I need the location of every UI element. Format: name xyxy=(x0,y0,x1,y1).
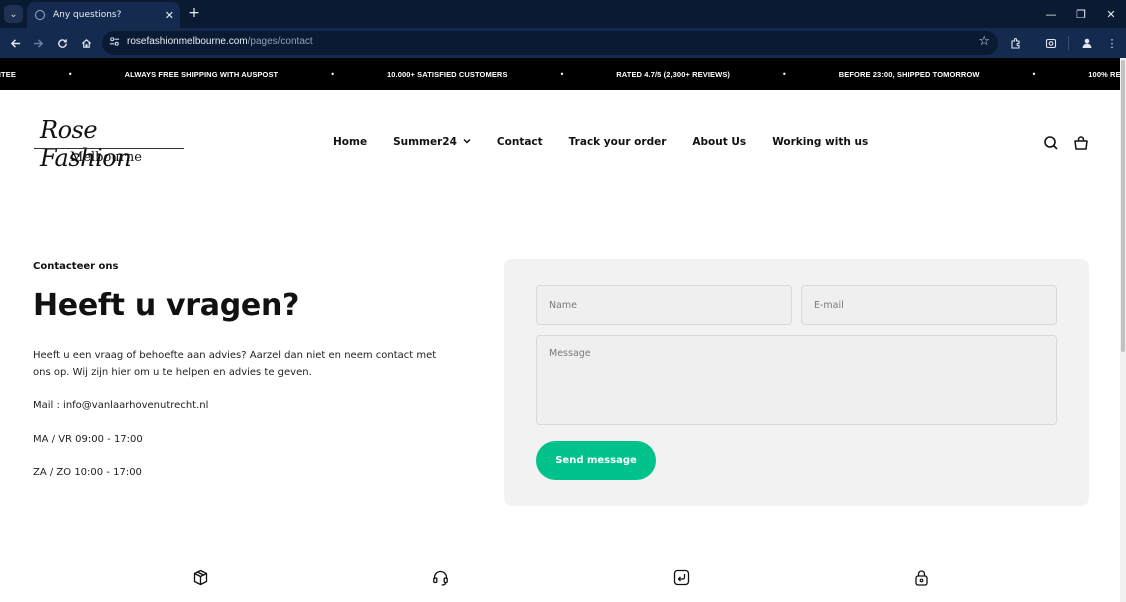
extensions-icon[interactable] xyxy=(1007,34,1025,52)
forward-button[interactable] xyxy=(28,33,48,53)
send-message-button[interactable]: Send message xyxy=(536,441,656,480)
screenshot-icon[interactable] xyxy=(1042,34,1060,52)
bullet-icon: • xyxy=(559,69,565,79)
contact-intro: Heeft u een vraag of behoefte aan advies… xyxy=(33,350,437,378)
bookmark-star-icon[interactable]: ☆ xyxy=(978,34,990,49)
reload-button[interactable] xyxy=(52,33,72,53)
headset-icon xyxy=(432,569,449,586)
logo-divider xyxy=(34,148,184,149)
announcement-track: ANTEE • ALWAYS FREE SHIPPING WITH AUSPOS… xyxy=(0,58,1120,90)
bullet-icon: • xyxy=(330,69,335,79)
contact-mail: Mail : info@vanlaarhovenutrecht.nl xyxy=(33,400,209,411)
announcement-bar: ANTEE • ALWAYS FREE SHIPPING WITH AUSPOS… xyxy=(0,58,1120,90)
main-navigation: Home Summer24 Contact Track your order A… xyxy=(333,136,894,148)
address-bar[interactable]: rosefashionmelbourne.com/pages/contact ☆ xyxy=(102,31,998,55)
page-scrollbar[interactable] xyxy=(1120,58,1126,602)
back-button[interactable] xyxy=(5,33,25,53)
url-path: /pages/contact xyxy=(247,36,313,47)
lock-icon xyxy=(913,569,930,586)
minimize-button[interactable]: — xyxy=(1036,0,1066,28)
profile-icon[interactable] xyxy=(1078,34,1096,52)
announcement-item: 100% RETURN GUARA xyxy=(1088,69,1120,79)
toolbar-divider xyxy=(1068,36,1069,50)
return-icon xyxy=(673,569,690,586)
favicon-icon xyxy=(35,10,45,20)
arrow-left-icon xyxy=(10,38,20,48)
announcement-item: ANTEE xyxy=(0,69,16,79)
nav-about-us[interactable]: About Us xyxy=(692,136,746,148)
nav-summer24[interactable]: Summer24 xyxy=(393,136,471,148)
announcement-item: BEFORE 23:00, SHIPPED TOMORROW xyxy=(838,69,980,79)
nav-home[interactable]: Home xyxy=(333,136,367,148)
new-tab-button[interactable]: + xyxy=(186,4,202,22)
close-window-button[interactable]: ✕ xyxy=(1096,0,1126,28)
hours-weekend: ZA / ZO 10:00 - 17:00 xyxy=(33,467,142,478)
announcement-item: ALWAYS FREE SHIPPING WITH AUSPOST xyxy=(124,69,279,79)
nav-summer24-label: Summer24 xyxy=(393,136,457,148)
restore-button[interactable]: ❐ xyxy=(1066,0,1096,28)
browser-tab-bar: ⌄ Any questions? ✕ + — ❐ ✕ xyxy=(0,0,1126,28)
close-tab-icon[interactable]: ✕ xyxy=(165,9,174,22)
scrollbar-thumb[interactable] xyxy=(1121,60,1125,352)
tab-title: Any questions? xyxy=(53,10,122,20)
arrow-right-icon xyxy=(33,38,43,48)
cart-icon[interactable] xyxy=(1073,135,1089,151)
browser-tab[interactable]: Any questions? ✕ xyxy=(27,2,180,28)
page-title: Heeft u vragen? xyxy=(33,288,300,323)
nav-track-order[interactable]: Track your order xyxy=(569,136,667,148)
browser-toolbar: rosefashionmelbourne.com/pages/contact ☆… xyxy=(0,28,1126,58)
logo-city: Melbourne xyxy=(70,150,142,165)
url-text: rosefashionmelbourne.com/pages/contact xyxy=(127,36,313,47)
home-icon xyxy=(81,38,91,48)
home-button[interactable] xyxy=(76,33,96,53)
site-settings-icon[interactable] xyxy=(109,36,121,50)
bullet-icon: • xyxy=(67,69,73,79)
tab-search-button[interactable]: ⌄ xyxy=(4,5,23,23)
name-field[interactable] xyxy=(536,285,792,325)
package-icon xyxy=(192,569,209,586)
email-field[interactable] xyxy=(801,285,1057,325)
chevron-down-icon xyxy=(463,137,471,147)
announcement-item: RATED 4.7/5 (2,300+ REVIEWS) xyxy=(616,69,731,79)
message-field[interactable] xyxy=(536,335,1057,425)
reload-icon xyxy=(57,38,67,48)
bullet-icon: • xyxy=(782,69,787,79)
search-icon[interactable] xyxy=(1043,135,1059,151)
chevron-down-icon: ⌄ xyxy=(9,8,18,20)
bullet-icon: • xyxy=(1031,69,1037,79)
announcement-item: 10.000+ SATISFIED CUSTOMERS xyxy=(386,69,508,79)
browser-menu-icon[interactable]: ⋮ xyxy=(1103,34,1121,52)
hours-weekday: MA / VR 09:00 - 17:00 xyxy=(33,434,143,445)
url-host: rosefashionmelbourne.com xyxy=(127,36,248,47)
nav-contact[interactable]: Contact xyxy=(497,136,543,148)
contact-eyebrow: Contacteer ons xyxy=(33,261,119,272)
site-logo[interactable]: Rose Fashion Melbourne xyxy=(34,116,184,172)
nav-working-with-us[interactable]: Working with us xyxy=(772,136,868,148)
